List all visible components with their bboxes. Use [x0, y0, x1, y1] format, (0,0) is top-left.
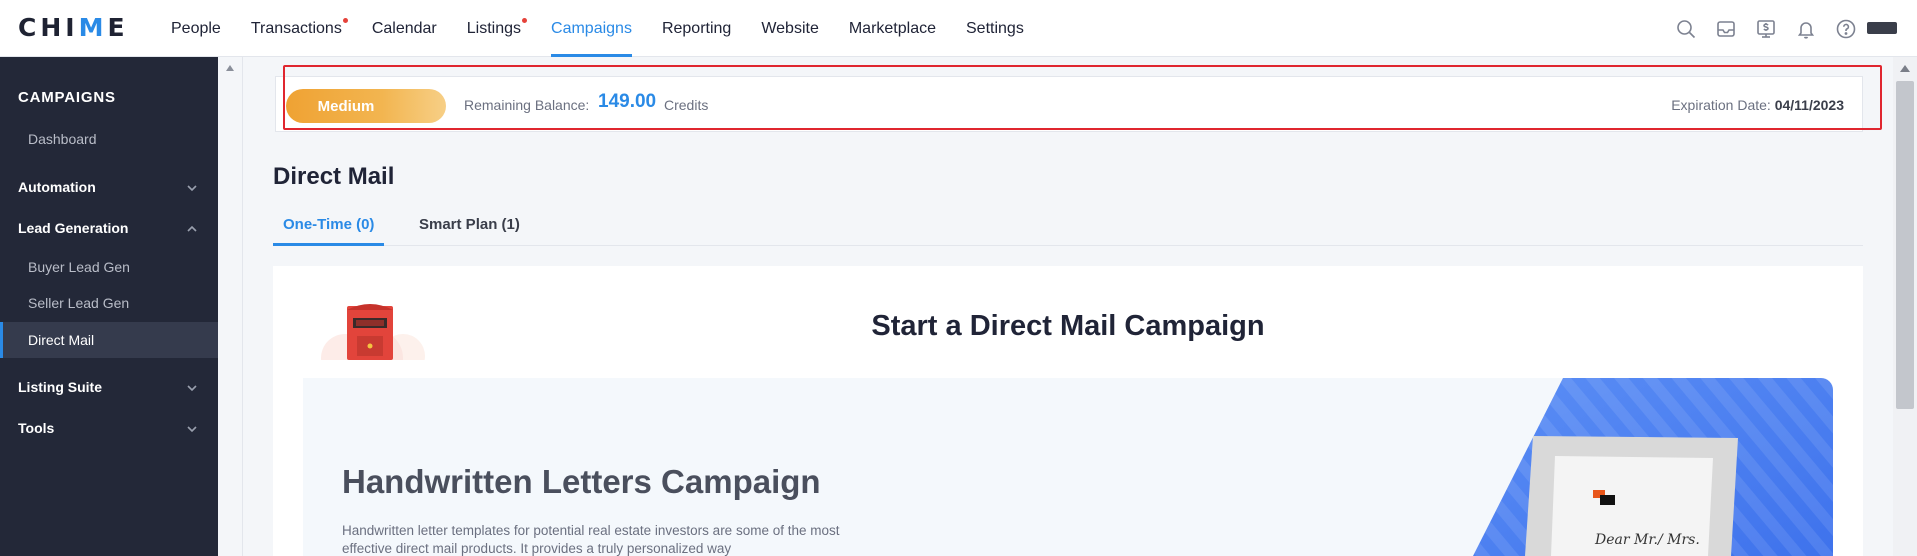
top-nav: CHIME People Transactions Calendar Listings…: [0, 0, 1917, 57]
sidebar-item-direct-mail[interactable]: Direct Mail: [0, 322, 218, 358]
scroll-up-arrow-icon[interactable]: [1900, 65, 1910, 72]
balance-label: Remaining Balance:: [464, 97, 590, 113]
sidebar-scrollbar[interactable]: [218, 57, 242, 556]
nav-item-people[interactable]: People: [156, 0, 236, 57]
notification-dot: [522, 18, 528, 23]
sidebar-item-buyer-lead-gen[interactable]: Buyer Lead Gen: [0, 249, 218, 285]
campaign-card: Start a Direct Mail Campaign Handwritten…: [273, 266, 1863, 556]
nav-item-label: Marketplace: [848, 19, 936, 37]
divider: [242, 57, 243, 556]
card-title: Start a Direct Mail Campaign: [871, 310, 1265, 342]
tabs: One-Time (0) Smart Plan (1): [273, 212, 1863, 246]
chime-logo[interactable]: CHIME: [18, 13, 129, 42]
notification-dot: [342, 18, 348, 23]
scroll-up-arrow-icon[interactable]: [226, 65, 234, 71]
sidebar-item-label: Direct Mail: [28, 332, 95, 348]
sidebar-group-label: Tools: [18, 420, 55, 436]
nav-item-website[interactable]: Website: [746, 0, 834, 57]
sidebar-group-listing-suite[interactable]: Listing Suite: [0, 369, 218, 405]
letter-illustration: Dear Mr./ Mrs.: [1413, 378, 1833, 556]
nav-item-label: Settings: [966, 19, 1024, 37]
nav-item-label: Website: [761, 19, 819, 37]
sidebar-item-label: Seller Lead Gen: [28, 295, 130, 311]
panel-description: Handwritten letter templates for potenti…: [342, 523, 840, 556]
handwritten-letters-panel: Handwritten Letters Campaign Handwritten…: [303, 378, 1833, 556]
sidebar-group-lead-generation[interactable]: Lead Generation: [0, 210, 218, 246]
nav-item-transactions[interactable]: Transactions: [236, 0, 357, 57]
nav-menu: People Transactions Calendar Listings Campai…: [156, 0, 1039, 57]
nav-item-calendar[interactable]: Calendar: [357, 0, 452, 57]
nav-item-label: Reporting: [661, 19, 732, 37]
tab-smart-plan[interactable]: Smart Plan (1): [409, 216, 530, 246]
balance-bar: Medium Remaining Balance: 149.00 Credits…: [275, 76, 1863, 132]
sidebar-group-label: Listing Suite: [18, 379, 102, 395]
balance-unit: Credits: [664, 97, 709, 113]
letter-greeting: Dear Mr./ Mrs.: [1594, 532, 1700, 548]
chevron-down-icon: [186, 181, 198, 193]
nav-icons: [1675, 0, 1857, 57]
nav-item-label: Listings: [466, 19, 522, 37]
bell-icon[interactable]: [1795, 18, 1817, 40]
help-icon[interactable]: [1835, 18, 1857, 40]
page-scrollbar[interactable]: [1893, 57, 1917, 556]
chevron-up-icon: [186, 222, 198, 234]
nav-item-label: People: [171, 19, 221, 37]
sidebar-group-tools[interactable]: Tools: [0, 410, 218, 446]
plan-badge: Medium: [286, 89, 446, 123]
expiration-value: 04/11/2023: [1774, 97, 1844, 113]
sidebar: CAMPAIGNS Dashboard Automation Lead Gene…: [0, 57, 218, 556]
nav-item-label: Transactions: [250, 19, 342, 37]
chevron-down-icon: [186, 422, 198, 434]
sidebar-group-automation[interactable]: Automation: [0, 169, 218, 205]
nav-item-listings[interactable]: Listings: [452, 0, 536, 57]
expiration-label: Expiration Date:: [1671, 97, 1771, 113]
tab-one-time[interactable]: One-Time (0): [273, 216, 385, 246]
sidebar-item-seller-lead-gen[interactable]: Seller Lead Gen: [0, 285, 218, 321]
scrollbar-thumb[interactable]: [1896, 81, 1914, 409]
sidebar-item-label: Buyer Lead Gen: [28, 259, 130, 275]
panel-title: Handwritten Letters Campaign: [342, 463, 821, 500]
balance-value: 149.00: [598, 91, 657, 112]
nav-item-settings[interactable]: Settings: [951, 0, 1039, 57]
nav-item-marketplace[interactable]: Marketplace: [834, 0, 951, 57]
sidebar-group-label: Automation: [18, 179, 96, 195]
search-icon[interactable]: [1675, 18, 1697, 40]
nav-item-campaigns[interactable]: Campaigns: [536, 0, 647, 57]
chevron-down-icon: [186, 381, 198, 393]
avatar[interactable]: [1867, 22, 1897, 34]
sidebar-item-label: Dashboard: [28, 131, 97, 147]
inbox-icon[interactable]: [1715, 18, 1737, 40]
expiration-date: Expiration Date: 04/11/2023: [1671, 97, 1844, 113]
nav-item-reporting[interactable]: Reporting: [647, 0, 746, 57]
sidebar-group-label: Lead Generation: [18, 220, 129, 236]
billing-icon[interactable]: [1755, 18, 1777, 40]
sidebar-item-dashboard[interactable]: Dashboard: [0, 121, 218, 157]
page-title: Direct Mail: [273, 163, 395, 190]
nav-item-label: Campaigns: [551, 19, 632, 37]
nav-item-label: Calendar: [371, 19, 437, 37]
sidebar-title: CAMPAIGNS: [18, 89, 116, 106]
